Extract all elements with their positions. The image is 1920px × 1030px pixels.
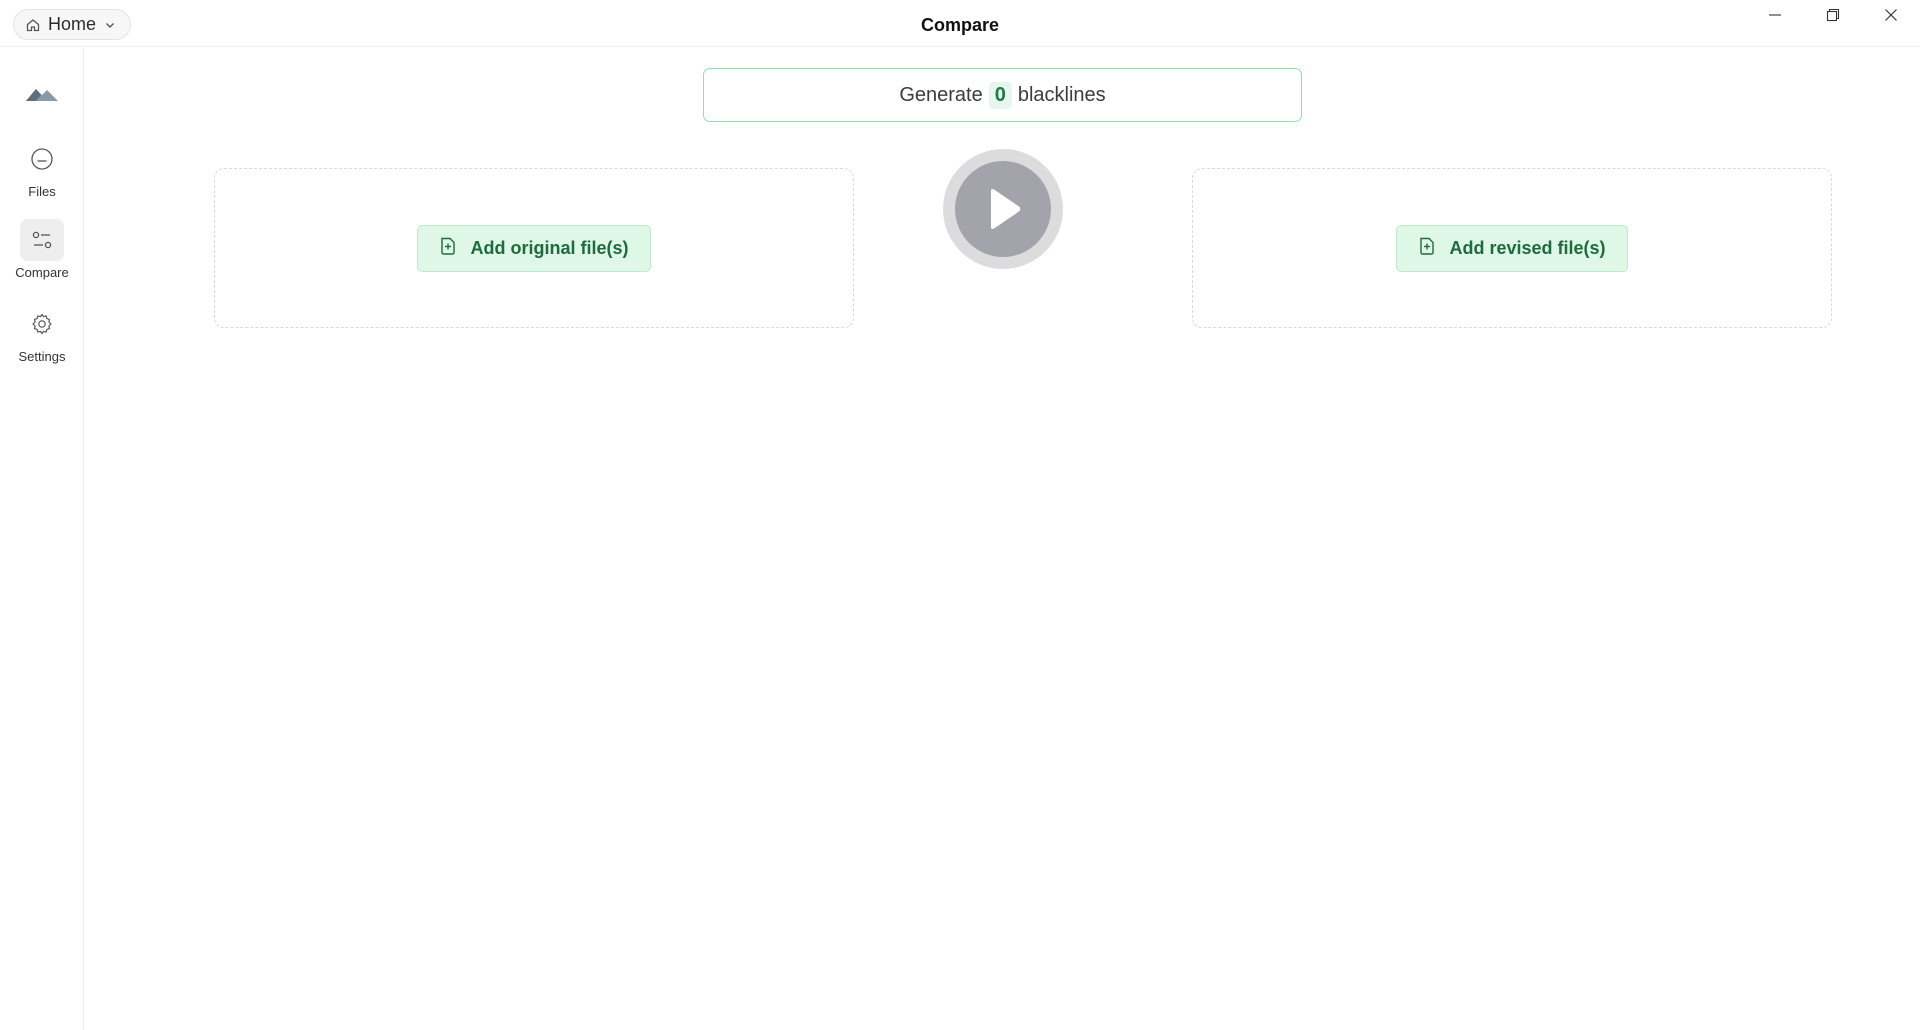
app-logo <box>25 82 59 104</box>
sidebar-item-label: Compare <box>15 265 69 280</box>
generate-suffix: blacklines <box>1017 83 1106 106</box>
sidebar-item-label: Files <box>28 184 56 199</box>
sidebar: Files Compare Settings <box>0 48 84 1030</box>
generate-prefix: Generate <box>899 83 983 106</box>
add-original-files-button[interactable]: Add original file(s) <box>417 224 651 272</box>
restore-icon <box>1826 8 1840 27</box>
title-bar: Home Compare <box>0 0 1920 47</box>
sidebar-item-settings[interactable]: Settings <box>0 303 84 373</box>
revised-files-dropzone[interactable]: Add revised file(s) <box>1192 168 1832 328</box>
window-title: Compare <box>920 15 1000 35</box>
add-file-icon <box>438 236 458 261</box>
minimize-button[interactable] <box>1746 0 1804 34</box>
restore-button[interactable] <box>1804 0 1862 34</box>
minimize-icon <box>1768 8 1782 27</box>
add-original-files-label: Add original file(s) <box>470 237 629 258</box>
add-file-icon <box>1417 236 1437 261</box>
files-icon <box>20 138 64 180</box>
sidebar-item-label: Settings <box>18 349 66 364</box>
close-button[interactable] <box>1862 0 1920 34</box>
compare-icon <box>20 219 64 261</box>
gear-icon <box>20 303 64 345</box>
sidebar-item-files[interactable]: Files <box>0 138 84 208</box>
generate-blacklines-banner: Generate 0 blacklines <box>703 68 1302 122</box>
play-icon <box>955 161 1051 257</box>
close-icon <box>1884 8 1898 27</box>
add-revised-files-button[interactable]: Add revised file(s) <box>1396 224 1628 272</box>
run-compare-button[interactable] <box>943 149 1063 269</box>
add-revised-files-label: Add revised file(s) <box>1449 237 1606 258</box>
blackline-count-badge: 0 <box>988 81 1012 109</box>
original-files-dropzone[interactable]: Add original file(s) <box>214 168 854 328</box>
sidebar-item-compare[interactable]: Compare <box>0 219 84 289</box>
window-controls <box>1746 0 1920 36</box>
app-window: Home Compare Files Compare Settings Gene… <box>0 0 1920 1030</box>
